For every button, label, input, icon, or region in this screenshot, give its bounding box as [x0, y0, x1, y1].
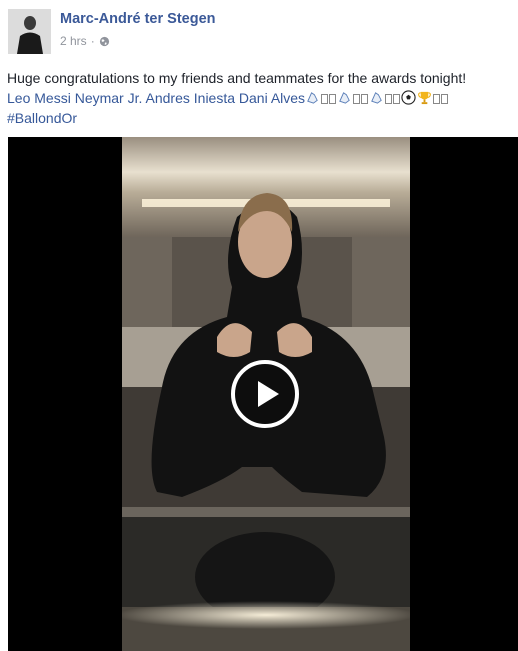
unknown-glyph-icon: [393, 94, 401, 104]
clap-icon: [339, 92, 350, 104]
unknown-glyph-icon: [361, 94, 369, 104]
tagged-line: Leo Messi Neymar Jr. Andres Iniesta Dani…: [7, 88, 518, 108]
clap-icon: [307, 92, 318, 104]
hashtag-link[interactable]: #BallondOr: [7, 108, 518, 128]
post-meta: 2 hrs ·: [60, 34, 110, 48]
unknown-glyph-icon: [321, 94, 329, 104]
tag-leo-messi[interactable]: Leo Messi: [7, 90, 71, 106]
unknown-glyph-icon: [385, 94, 393, 104]
author-name[interactable]: Marc-André ter Stegen: [60, 11, 216, 27]
play-icon[interactable]: [230, 359, 300, 429]
soccer-ball-icon: [401, 90, 416, 105]
emoji-row: [305, 90, 449, 106]
tag-neymar[interactable]: Neymar Jr.: [75, 90, 143, 106]
post-header: Marc-André ter Stegen 2 hrs ·: [0, 0, 518, 62]
tag-dani-alves[interactable]: Dani Alves: [239, 90, 305, 106]
meta-separator: ·: [90, 34, 95, 48]
clap-icon: [371, 92, 382, 104]
tag-andres-iniesta[interactable]: Andres Iniesta: [146, 90, 236, 106]
post-text: Huge congratulations to my friends and t…: [7, 68, 518, 128]
post-message: Huge congratulations to my friends and t…: [7, 70, 467, 86]
unknown-glyph-icon: [441, 94, 449, 104]
globe-icon: [99, 36, 110, 47]
unknown-glyph-icon: [353, 94, 361, 104]
video-player[interactable]: [8, 137, 518, 651]
trophy-icon: [418, 91, 431, 105]
timestamp[interactable]: 2 hrs: [60, 34, 87, 48]
avatar[interactable]: [8, 9, 51, 54]
unknown-glyph-icon: [329, 94, 337, 104]
unknown-glyph-icon: [433, 94, 441, 104]
